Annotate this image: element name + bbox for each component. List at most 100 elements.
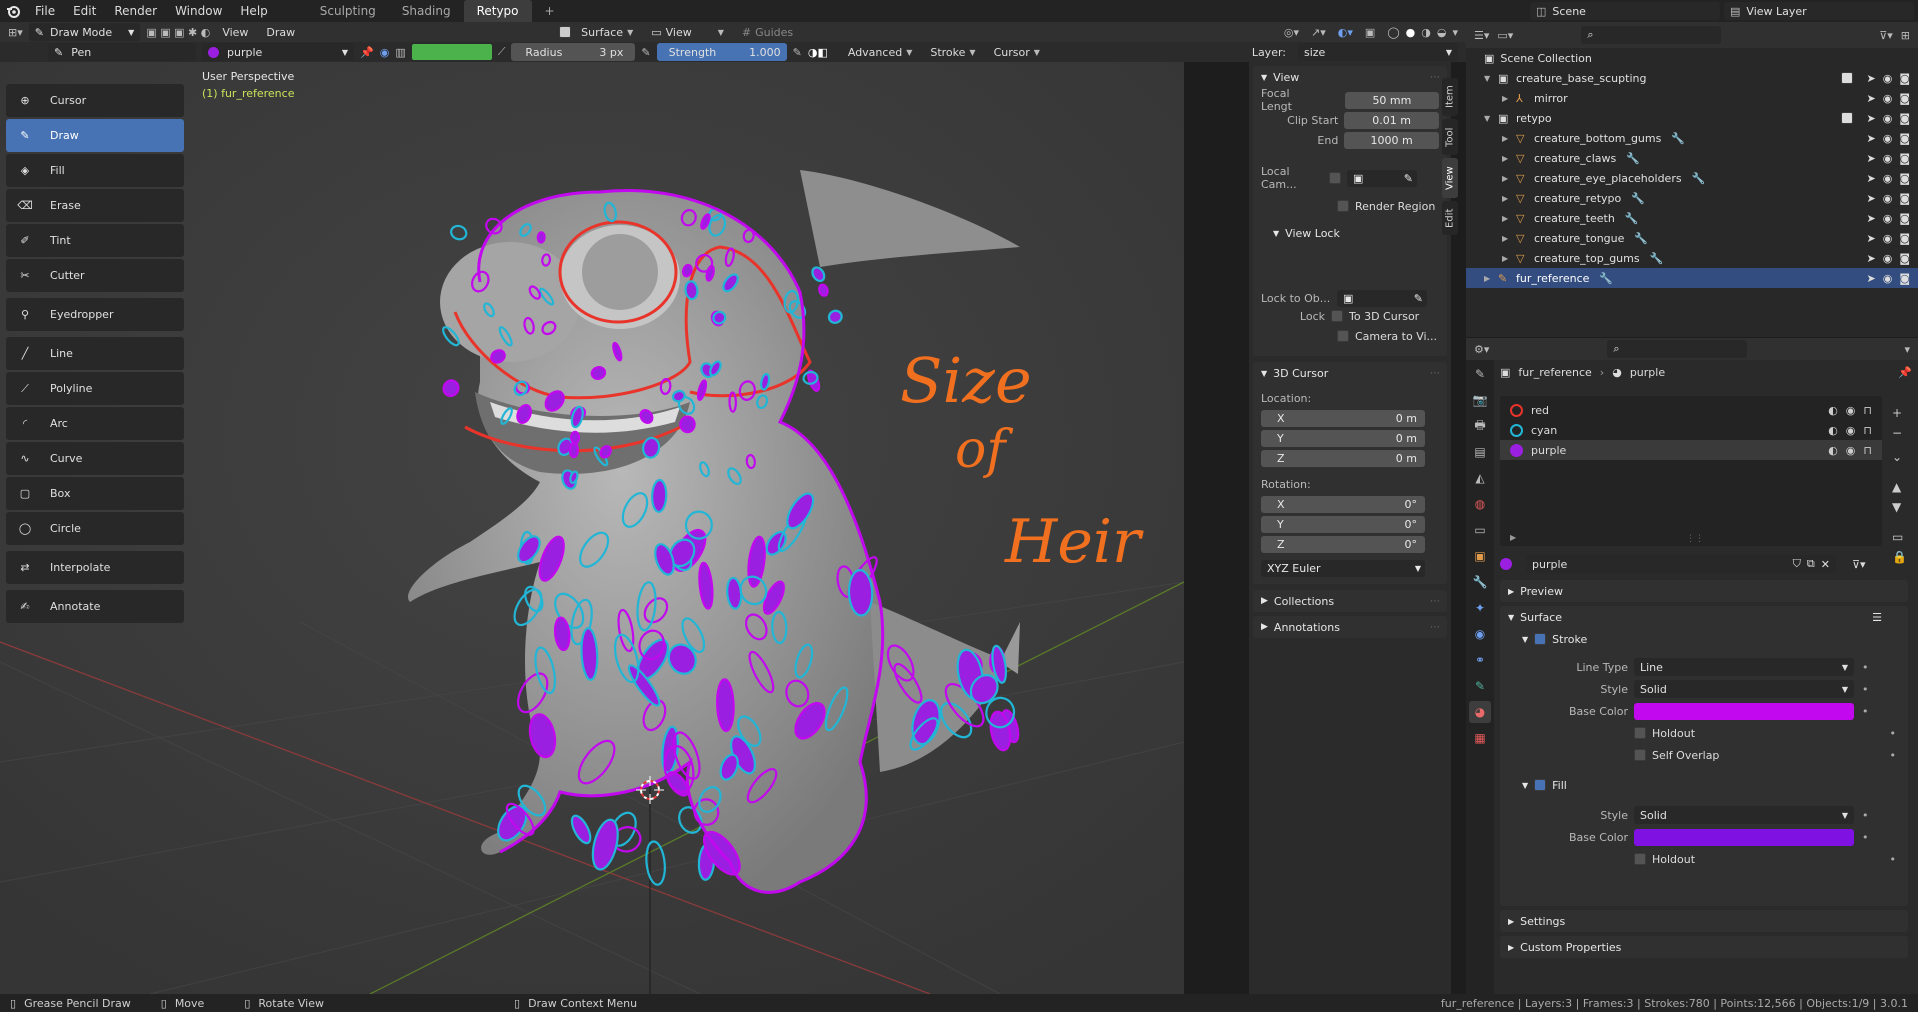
tool-polyline[interactable]: ⟋ Polyline [6, 372, 184, 405]
outliner-row[interactable]: ▼ ▣ retypo ➤ ◉ ◙ [1466, 108, 1918, 128]
tool-box[interactable]: ▢ Box [6, 477, 184, 510]
eye-icon[interactable]: ◉ [1846, 444, 1856, 457]
material-slot[interactable]: cyan ◐ ◉ ⊓ [1500, 420, 1882, 440]
vertex-color-mode-icon[interactable]: ▥ [395, 46, 405, 59]
exclude-checkbox[interactable] [1841, 71, 1854, 84]
shading-options-icon[interactable]: ▾ [1452, 26, 1458, 39]
render-icon[interactable]: 📷 [1469, 389, 1491, 411]
editor-type-icon[interactable]: ⊞▾ [8, 26, 23, 39]
select-arrow-icon[interactable]: ➤ [1866, 152, 1875, 165]
vertex-color-swatch[interactable] [411, 44, 492, 60]
lock-icon[interactable]: ⊓ [1863, 444, 1872, 457]
stroke-dropdown[interactable]: Stroke ▼ [924, 46, 981, 59]
camera-icon[interactable]: ◙ [1899, 192, 1910, 205]
chevron-right-icon[interactable]: ▶ [1502, 134, 1516, 143]
tab-tool[interactable]: Tool [1442, 119, 1458, 155]
tool-curve[interactable]: ∿ Curve [6, 442, 184, 475]
select-arrow-icon[interactable]: ➤ [1866, 212, 1875, 225]
drag-handle-icon[interactable]: ⋯ [1430, 368, 1441, 379]
filter-icon[interactable]: ⊽▾ [1879, 29, 1893, 42]
chevron-right-icon[interactable]: ▶ [1510, 533, 1516, 542]
camera-icon[interactable]: ◙ [1899, 272, 1910, 285]
tool-line[interactable]: ╱ Line [6, 337, 184, 370]
modifier-icon[interactable]: 🔧 [1671, 132, 1685, 145]
chevron-right-icon[interactable]: ▶ [1502, 254, 1516, 263]
modifier-icon[interactable]: 🔧 [1469, 571, 1491, 593]
output-icon[interactable]: 🖶 [1469, 415, 1491, 437]
view-lock-header[interactable]: ▼ View Lock [1253, 222, 1447, 244]
line-type-dropdown[interactable]: Line ▼ [1634, 658, 1854, 676]
duplicate-icon[interactable]: ⧉ [1807, 557, 1815, 571]
keyframe-dot-icon[interactable]: • [1862, 661, 1869, 674]
eye-icon[interactable]: ◉ [1883, 212, 1893, 225]
eye-icon[interactable]: ◉ [1846, 424, 1856, 437]
tab-view[interactable]: View [1442, 158, 1458, 198]
camera-icon[interactable]: ◙ [1899, 72, 1910, 85]
outliner-row[interactable]: ▶ ▽ creature_tongue 🔧 ➤ ◉ ◙ [1466, 228, 1918, 248]
chevron-down-icon[interactable]: ▼ [1484, 114, 1498, 123]
object-data-icon[interactable]: ✎ [1469, 675, 1491, 697]
select-arrow-icon[interactable]: ➤ [1866, 132, 1875, 145]
select-arrow-icon[interactable]: ➤ [1866, 112, 1875, 125]
eye-icon[interactable]: ◉ [1883, 232, 1893, 245]
focal-length-field[interactable]: 50 mm [1344, 91, 1439, 109]
add-slot-icon[interactable]: + [1892, 406, 1910, 420]
outliner-search-input[interactable]: ⌕ [1581, 26, 1722, 44]
advanced-dropdown[interactable]: Advanced ▼ [842, 46, 919, 59]
rotation-mode-dropdown[interactable]: XYZ Euler ▼ [1261, 559, 1425, 577]
properties-search-input[interactable]: ⌕ [1607, 340, 1748, 358]
select-arrow-icon[interactable]: ➤ [1866, 92, 1875, 105]
mirror-icon[interactable]: ◑◧ [808, 46, 828, 59]
eye-icon[interactable]: ◉ [1883, 72, 1893, 85]
cursor-rotation-z[interactable]: Z 0° [1261, 535, 1425, 553]
pressure-icon[interactable]: ✎ [641, 46, 650, 59]
workspace-tab-shading[interactable]: Shading [389, 0, 464, 22]
chevron-right-icon[interactable]: ▶ [1484, 274, 1498, 283]
tab-item[interactable]: Item [1442, 78, 1458, 116]
tool-draw[interactable]: ✎ Draw [6, 119, 184, 152]
outliner-row[interactable]: ▶ ▽ creature_claws 🔧 ➤ ◉ ◙ [1466, 148, 1918, 168]
editor-type-icon[interactable]: ⚙▾ [1474, 343, 1489, 356]
shading-material-icon[interactable]: ◑ [1421, 26, 1431, 39]
menu-edit[interactable]: Edit [64, 4, 105, 18]
outliner-scene-collection[interactable]: ▣ Scene Collection [1466, 48, 1918, 68]
chevron-right-icon[interactable]: ▶ [1502, 174, 1516, 183]
tab-edit[interactable]: Edit [1442, 201, 1458, 235]
surface-header[interactable]: ▼ Surface ☰ [1500, 606, 1908, 628]
xray-icon[interactable]: ▣ [1365, 26, 1375, 39]
workspace-tab-sculpting[interactable]: Sculpting [307, 0, 389, 22]
node-tree-icon[interactable]: ⊽▾ [1852, 558, 1866, 571]
eye-icon[interactable]: ◉ [1883, 272, 1893, 285]
stroke-style-dropdown[interactable]: Solid ▼ [1634, 680, 1854, 698]
outliner-row[interactable]: ▶ ⅄ mirror ➤ ◉ ◙ [1466, 88, 1918, 108]
settings-panel[interactable]: ▶ Settings [1500, 910, 1908, 932]
modifier-icon[interactable]: 🔧 [1634, 232, 1648, 245]
strength-slider[interactable]: Strength 1.000 [656, 43, 787, 61]
mode-selector[interactable]: ✎ Draw Mode ▼ [28, 23, 141, 41]
scene-selector[interactable]: ◫ Scene [1530, 2, 1720, 20]
modifier-icon[interactable]: 🔧 [1625, 212, 1639, 225]
outliner-row[interactable]: ▶ ▽ creature_retypo 🔧 ➤ ◉ ◙ [1466, 188, 1918, 208]
preview-panel[interactable]: ▶ Preview [1500, 580, 1908, 602]
keyframe-dot-icon[interactable]: • [1890, 749, 1897, 762]
keyframe-dot-icon[interactable]: • [1890, 853, 1897, 866]
chevron-right-icon[interactable]: ▶ [1502, 214, 1516, 223]
keyframe-dot-icon[interactable]: • [1862, 809, 1869, 822]
custom-properties-panel[interactable]: ▶ Custom Properties [1500, 936, 1908, 958]
tool-cutter[interactable]: ✂ Cutter [6, 259, 184, 292]
move-up-icon[interactable]: ▲ [1892, 480, 1910, 494]
outliner-row[interactable]: ▼ ▣ creature_base_scupting ➤ ◉ ◙ [1466, 68, 1918, 88]
holdout-checkbox[interactable] [1634, 727, 1646, 739]
material-selector[interactable]: purple ▼ [202, 43, 354, 61]
collection-icon[interactable]: ▭ [1469, 519, 1491, 541]
tool-arc[interactable]: ◜ Arc [6, 407, 184, 440]
constraint-icon[interactable]: ⚭ [1469, 649, 1491, 671]
chevron-right-icon[interactable]: ▶ [1502, 234, 1516, 243]
render-region-checkbox[interactable] [1337, 200, 1349, 212]
stroke-subpanel-header[interactable]: ▼ Stroke [1500, 628, 1908, 650]
guides-dropdown[interactable]: # Guides [736, 26, 799, 39]
local-camera-field[interactable]: ▣ ✎ [1347, 169, 1417, 187]
tool-fill[interactable]: ◈ Fill [6, 154, 184, 187]
collections-panel-header[interactable]: ▶ Collections ⋯ [1253, 590, 1447, 612]
remove-slot-icon[interactable]: − [1892, 426, 1910, 440]
